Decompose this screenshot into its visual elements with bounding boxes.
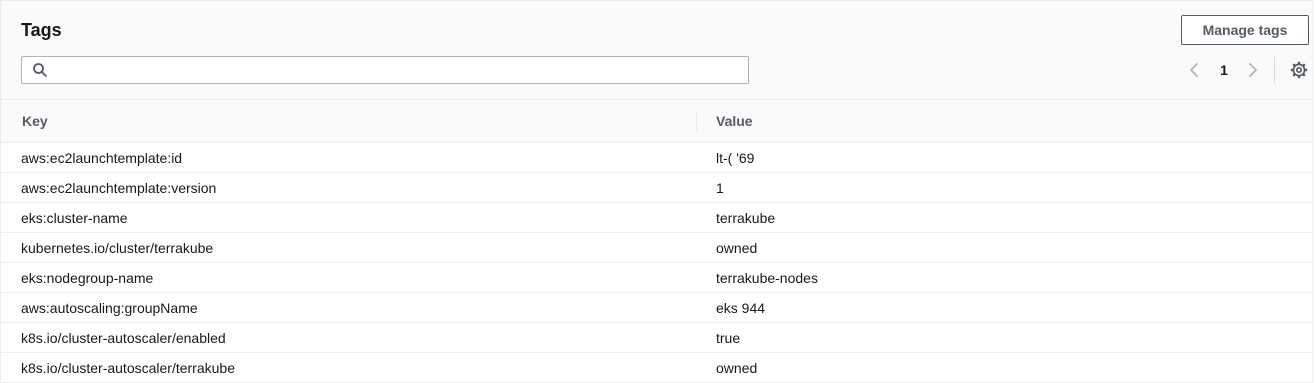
pagination-divider	[1274, 57, 1275, 83]
tag-value: terrakube-nodes	[716, 270, 818, 286]
tag-key: kubernetes.io/cluster/terrakube	[21, 240, 214, 256]
tag-value: eks 944	[716, 300, 766, 316]
table-row: kubernetes.io/cluster/terrakube owned	[1, 233, 1312, 263]
column-divider[interactable]	[696, 111, 697, 132]
tags-header: Tags Manage tags 1	[1, 1, 1312, 100]
tag-value: 1	[716, 180, 724, 196]
manage-tags-button[interactable]: Manage tags	[1181, 15, 1309, 45]
search-icon	[33, 63, 47, 77]
chevron-left-icon[interactable]	[1186, 60, 1202, 80]
search-input[interactable]	[54, 57, 744, 83]
column-header-value[interactable]: Value	[716, 113, 753, 129]
gear-icon[interactable]	[1290, 61, 1308, 79]
tag-key: k8s.io/cluster-autoscaler/enabled	[21, 330, 226, 346]
table-row: eks:nodegroup-name terrakube-nodes	[1, 263, 1312, 293]
table-row: k8s.io/cluster-autoscaler/terrakube owne…	[1, 353, 1312, 383]
tag-value: lt-( '69	[716, 150, 755, 166]
tag-key: eks:cluster-name	[21, 210, 128, 226]
table-row: aws:ec2launchtemplate:id lt-( '69	[1, 143, 1312, 173]
table-row: aws:ec2launchtemplate:version 1	[1, 173, 1312, 203]
table-body: aws:ec2launchtemplate:id lt-( '69 aws:ec…	[1, 143, 1312, 383]
tags-panel: Tags Manage tags 1 Key Value aws:ec2laun…	[0, 0, 1313, 383]
tag-key: aws:ec2launchtemplate:id	[21, 150, 183, 166]
current-page-number[interactable]: 1	[1214, 60, 1234, 80]
tag-value: true	[716, 330, 741, 346]
table-row: aws:autoscaling:groupName eks 944	[1, 293, 1312, 323]
panel-title: Tags	[21, 20, 62, 40]
tag-key: aws:ec2launchtemplate:version	[21, 180, 217, 196]
table-header: Key Value	[1, 100, 1312, 143]
tag-value: owned	[716, 360, 758, 376]
tag-value: owned	[716, 240, 758, 256]
chevron-right-icon[interactable]	[1245, 60, 1261, 80]
tag-key: k8s.io/cluster-autoscaler/terrakube	[21, 360, 235, 376]
tag-key: aws:autoscaling:groupName	[21, 300, 198, 316]
tag-key: eks:nodegroup-name	[21, 270, 154, 286]
table-row: eks:cluster-name terrakube	[1, 203, 1312, 233]
column-header-key[interactable]: Key	[22, 113, 48, 129]
search-box[interactable]	[21, 56, 749, 84]
tag-value: terrakube	[716, 210, 776, 226]
table-row: k8s.io/cluster-autoscaler/enabled true	[1, 323, 1312, 353]
